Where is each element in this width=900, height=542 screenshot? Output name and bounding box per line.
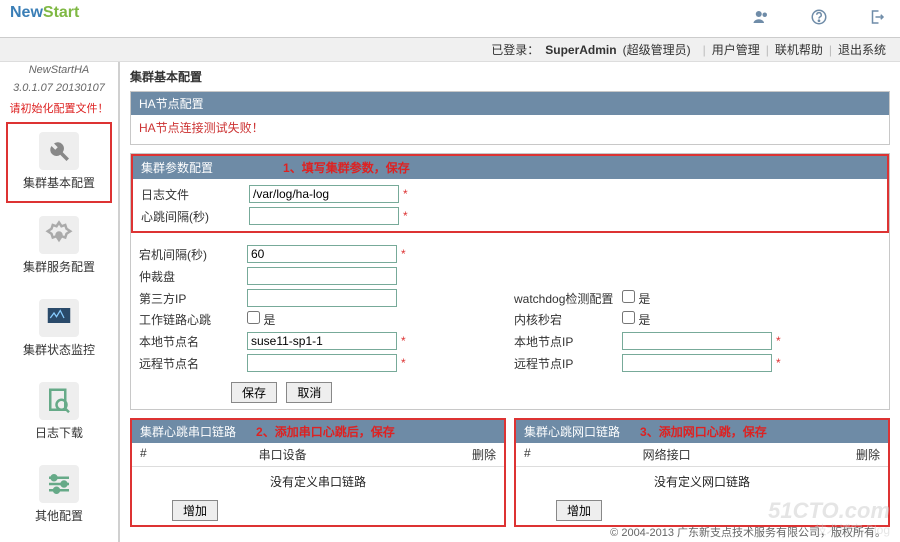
- serial-col-del: 删除: [377, 446, 496, 463]
- menu-online-help[interactable]: 联机帮助: [775, 41, 823, 58]
- ha-node-fail-msg: HA节点连接测试失败！: [139, 119, 881, 136]
- workhb-checkbox[interactable]: [247, 311, 260, 324]
- sliders-icon: [39, 465, 79, 503]
- users-icon[interactable]: [752, 8, 770, 29]
- serial-header: 集群心跳串口链路: [140, 423, 236, 440]
- logfile-label: 日志文件: [141, 186, 241, 203]
- menu-user-mgmt[interactable]: 用户管理: [712, 41, 760, 58]
- remoteip-input[interactable]: [622, 354, 772, 372]
- net-empty: 没有定义网口链路: [516, 467, 888, 496]
- menu-logout[interactable]: 退出系统: [838, 41, 886, 58]
- watchdog-label: watchdog检测配置: [514, 290, 614, 307]
- deadtime-input[interactable]: [249, 207, 399, 225]
- sidebar-item-label: 集群基本配置: [14, 174, 104, 191]
- kernelsec-checkbox[interactable]: [622, 311, 635, 324]
- net-col-if: 网络接口: [643, 446, 762, 463]
- topbar: NewStart: [0, 0, 900, 38]
- ha-node-header: HA节点配置: [131, 92, 889, 115]
- logo: NewStart: [10, 4, 79, 22]
- param-panel: 集群参数配置 1、填写集群参数，保存 日志文件 * 心跳间隔(秒) * 宕机间隔…: [130, 153, 890, 410]
- sidebar-item-log-download[interactable]: 日志下载: [6, 373, 112, 452]
- sidebar-item-other-config[interactable]: 其他配置: [6, 456, 112, 535]
- net-header: 集群心跳网口链路: [524, 423, 620, 440]
- warntime-label: 宕机间隔(秒): [139, 246, 239, 263]
- localname-label: 本地节点名: [139, 333, 239, 350]
- footer: © 2004-2013 广东新支点技术服务有限公司，版权所有。: [610, 524, 886, 540]
- sidebar-warning: 请初始化配置文件！: [0, 100, 118, 116]
- stonith-label: 仲裁盘: [139, 268, 239, 285]
- workhb-label: 工作链路心跳: [139, 311, 239, 328]
- login-role: (超级管理员): [623, 41, 691, 58]
- help-icon[interactable]: [810, 8, 828, 29]
- sidebar-item-basic-config[interactable]: 集群基本配置: [6, 122, 112, 203]
- search-doc-icon: [39, 382, 79, 420]
- page-title: 集群基本配置: [130, 68, 890, 85]
- thirdip-label: 第三方IP: [139, 290, 239, 307]
- sidebar-item-label: 其他配置: [13, 507, 105, 524]
- sidebar-item-label: 日志下载: [13, 424, 105, 441]
- stonith-input[interactable]: [247, 267, 397, 285]
- sidebar-item-label: 集群服务配置: [13, 258, 105, 275]
- logfile-input[interactable]: [249, 185, 399, 203]
- sidebar: NewStartHA 3.0.1.07 20130107 请初始化配置文件！ 集…: [0, 62, 120, 542]
- gear-icon: [39, 216, 79, 254]
- serial-col-idx: #: [140, 446, 259, 463]
- net-col-del: 删除: [761, 446, 880, 463]
- localip-input[interactable]: [622, 332, 772, 350]
- monitor-icon: [39, 299, 79, 337]
- sidebar-item-label: 集群状态监控: [13, 341, 105, 358]
- tools-icon: [39, 132, 79, 170]
- remoteip-label: 远程节点IP: [514, 355, 614, 372]
- param-header: 集群参数配置: [141, 159, 213, 176]
- save-button[interactable]: 保存: [231, 382, 277, 403]
- kernelsec-label: 内核秒宕: [514, 311, 614, 328]
- remotename-label: 远程节点名: [139, 355, 239, 372]
- sidebar-item-service-config[interactable]: 集群服务配置: [6, 207, 112, 286]
- watchdog-checkbox[interactable]: [622, 290, 635, 303]
- net-col-idx: #: [524, 446, 643, 463]
- param-note: 1、填写集群参数，保存: [283, 159, 410, 176]
- warntime-input[interactable]: [247, 245, 397, 263]
- localname-input[interactable]: [247, 332, 397, 350]
- net-note: 3、添加网口心跳，保存: [640, 423, 767, 440]
- thirdip-input[interactable]: [247, 289, 397, 307]
- serial-empty: 没有定义串口链路: [132, 467, 504, 496]
- sidebar-item-status-monitor[interactable]: 集群状态监控: [6, 290, 112, 369]
- product-name: NewStartHA: [0, 64, 118, 76]
- logout-icon[interactable]: [868, 8, 886, 29]
- serial-col-dev: 串口设备: [259, 446, 378, 463]
- header-bar: 已登录： SuperAdmin (超级管理员) | 用户管理 | 联机帮助 | …: [0, 38, 900, 62]
- cancel-button[interactable]: 取消: [286, 382, 332, 403]
- deadtime-label: 心跳间隔(秒): [141, 208, 241, 225]
- serial-add-button[interactable]: 增加: [172, 500, 218, 521]
- ha-node-panel: HA节点配置 HA节点连接测试失败！: [130, 91, 890, 145]
- login-user: SuperAdmin: [545, 43, 616, 57]
- serial-panel: 集群心跳串口链路 2、添加串口心跳后，保存 # 串口设备 删除 没有定义串口链路…: [130, 418, 506, 527]
- net-panel: 集群心跳网口链路 3、添加网口心跳，保存 # 网络接口 删除 没有定义网口链路 …: [514, 418, 890, 527]
- login-prefix: 已登录：: [491, 41, 539, 58]
- net-add-button[interactable]: 增加: [556, 500, 602, 521]
- product-version: 3.0.1.07 20130107: [0, 82, 118, 94]
- localip-label: 本地节点IP: [514, 333, 614, 350]
- content: 集群基本配置 HA节点配置 HA节点连接测试失败！ 集群参数配置 1、填写集群参…: [120, 62, 900, 542]
- serial-note: 2、添加串口心跳后，保存: [256, 423, 395, 440]
- remotename-input[interactable]: [247, 354, 397, 372]
